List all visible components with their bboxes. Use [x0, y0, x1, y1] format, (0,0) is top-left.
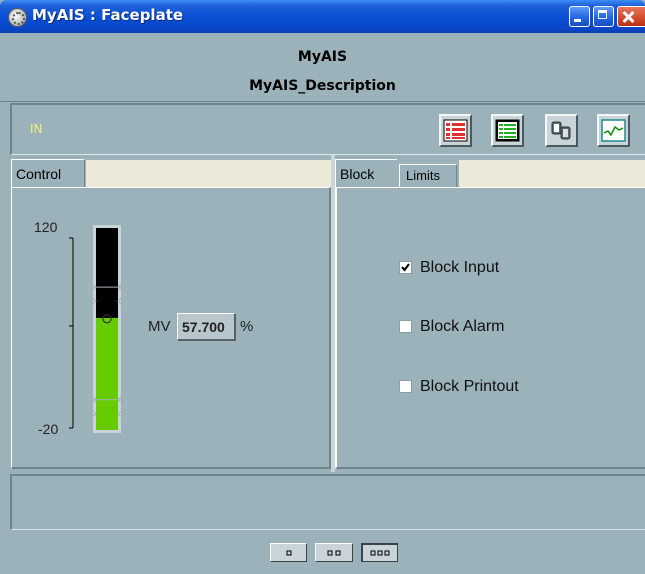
trend-config-icon	[551, 121, 571, 140]
status-text: IN	[30, 122, 43, 136]
faceplate-header: MyAIS MyAIS_Description	[0, 33, 645, 102]
block-printout-checkbox[interactable]	[399, 380, 412, 393]
block-alarm-label: Block Alarm	[420, 318, 505, 335]
block-input-checkbox[interactable]	[399, 261, 412, 274]
alarm-list-button[interactable]	[439, 114, 472, 147]
tab-control[interactable]: Control	[11, 159, 85, 187]
mv-unit: %	[240, 318, 254, 335]
app-icon	[8, 8, 27, 27]
alarm-list-icon	[443, 119, 468, 142]
event-list-icon	[495, 119, 520, 142]
medium-view-icon	[327, 550, 341, 556]
block-printout-label: Block Printout	[420, 378, 519, 395]
mv-value-field: 57.700	[177, 313, 236, 341]
event-list-button[interactable]	[491, 114, 524, 147]
medium-view-button[interactable]	[315, 543, 353, 562]
status-bar: IN	[10, 103, 645, 155]
small-view-button[interactable]	[270, 543, 307, 562]
trend-config-button[interactable]	[545, 114, 578, 147]
mv-label: MV	[148, 318, 171, 335]
trend-button[interactable]	[597, 114, 630, 147]
tab-limits[interactable]: Limits	[399, 164, 457, 187]
checkmark-icon	[401, 263, 410, 272]
faceplate-window: MyAIS : Faceplate MyAIS MyAIS_Descriptio…	[0, 0, 645, 574]
message-area	[10, 474, 645, 530]
block-alarm-checkbox[interactable]	[399, 320, 412, 333]
large-view-button[interactable]	[361, 543, 398, 562]
title-bar[interactable]: MyAIS : Faceplate	[0, 0, 645, 33]
large-view-icon	[370, 550, 390, 556]
trend-icon	[601, 119, 626, 142]
close-button[interactable]	[617, 6, 645, 27]
tag-description: MyAIS_Description	[249, 78, 396, 94]
minimize-button[interactable]	[569, 6, 590, 27]
small-view-icon	[286, 550, 292, 556]
control-panel	[11, 187, 331, 469]
maximize-button[interactable]	[593, 6, 614, 27]
tab-strip-right	[459, 160, 645, 187]
window-title: MyAIS : Faceplate	[32, 6, 184, 24]
tag-name: MyAIS	[297, 49, 348, 65]
block-input-label: Block Input	[420, 259, 500, 276]
tab-strip-left	[86, 160, 331, 187]
tab-block[interactable]: Block	[335, 159, 397, 187]
